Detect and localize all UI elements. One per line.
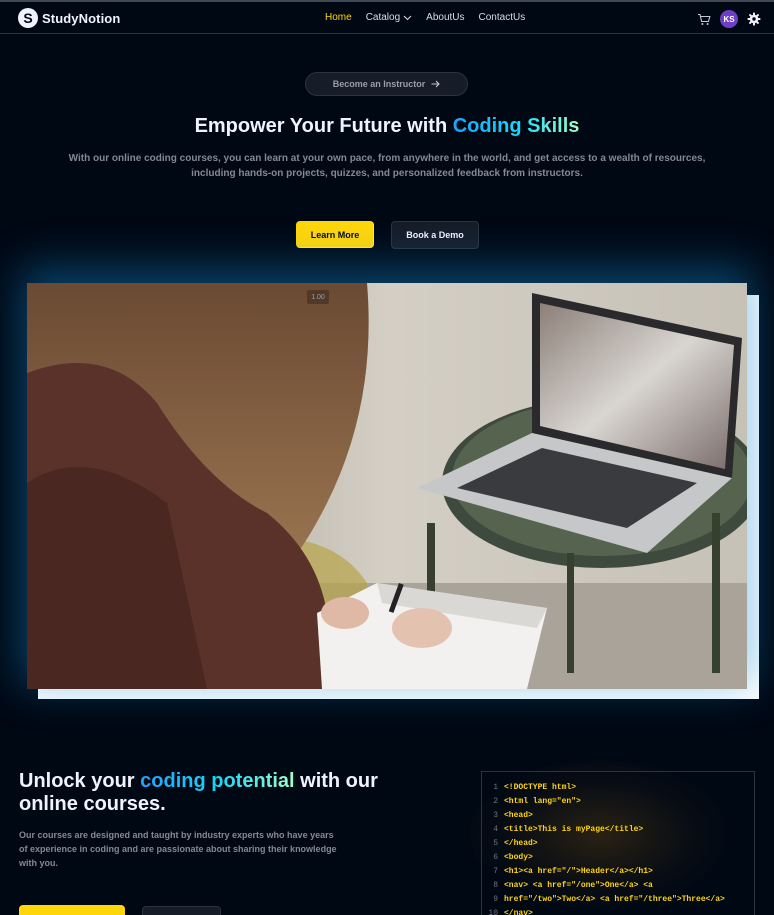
code-line-number: 3 xyxy=(493,811,498,820)
code-line-text: </head> xyxy=(504,839,538,848)
code-line-number: 7 xyxy=(493,867,498,876)
code-line-number: 10 xyxy=(488,909,498,915)
code-line: 7 <h1><a href="/">Header</a></h1> xyxy=(482,865,754,879)
code-line: 10 </nav> xyxy=(482,907,754,915)
studynotion-logo[interactable]: S StudyNotion xyxy=(18,8,120,28)
logo-text: StudyNotion xyxy=(42,10,121,26)
code-line-text: <nav> <a href="/one">One</a> <a xyxy=(504,881,653,890)
code-line-number: 4 xyxy=(493,825,498,834)
section-primary-button[interactable] xyxy=(19,905,125,915)
code-line-text: </nav> xyxy=(504,909,533,915)
code-line-number: 1 xyxy=(493,783,498,792)
arrow-right-icon xyxy=(431,80,441,88)
code-line-text: <body> xyxy=(504,853,533,862)
nav-links: Home Catalog AboutUs ContactUs xyxy=(325,12,525,23)
code-line: 2 <html lang="en"> xyxy=(482,795,754,809)
avatar[interactable]: KS xyxy=(720,10,738,28)
code-line-number: 8 xyxy=(493,881,498,890)
code-block: 1 <!DOCTYPE html> 2 <html lang="en"> 3 <head>… xyxy=(481,771,755,915)
code-line-text: <title>This is myPage</title> xyxy=(504,825,644,834)
code-line: 9 href="/two">Two</a> <a href="/three">Th… xyxy=(482,893,754,907)
hero-title-highlight: Coding Skills xyxy=(452,115,580,137)
video-frame-illustration xyxy=(27,283,747,689)
code-line: 8 <nav> <a href="/one">One</a> <a xyxy=(482,879,754,893)
top-navbar: S StudyNotion Home Catalog AboutUs Conta… xyxy=(0,0,774,34)
code-line-number: 5 xyxy=(493,839,498,848)
section-title: Unlock your coding potential with our on… xyxy=(19,770,419,816)
code-line: 3 <head> xyxy=(482,809,754,823)
hero-subtitle: With our online coding courses, you can … xyxy=(68,153,706,179)
code-line-text: <!DOCTYPE html> xyxy=(504,783,577,792)
nav-link-aboutus[interactable]: AboutUs xyxy=(426,12,464,23)
hero-title: Empower Your Future with Coding Skills xyxy=(0,115,774,138)
section-secondary-button[interactable] xyxy=(142,906,221,915)
code-line: 6 <body> xyxy=(482,851,754,865)
nav-link-home[interactable]: Home xyxy=(325,12,352,23)
code-line-text: <h1><a href="/">Header</a></h1> xyxy=(504,867,653,876)
chevron-down-icon xyxy=(403,15,412,20)
nav-link-contactus[interactable]: ContactUs xyxy=(479,12,526,23)
code-line-number: 2 xyxy=(493,797,498,806)
code-line: 4 <title>This is myPage</title> xyxy=(482,823,754,837)
nav-link-catalog-label: Catalog xyxy=(365,12,401,23)
nav-right-actions: KS xyxy=(697,10,761,28)
code-line-text: href="/two">Two</a> <a href="/three">Thr… xyxy=(504,895,725,904)
section-subtitle: Our courses are designed and taught by i… xyxy=(19,830,337,868)
nav-link-catalog[interactable]: Catalog xyxy=(366,12,412,23)
hero-title-prefix: Empower Your Future with xyxy=(194,115,453,137)
code-line-number: 6 xyxy=(493,853,498,862)
code-line-text: <html lang="en"> xyxy=(504,797,581,806)
playback-speed-badge[interactable]: 1.00 xyxy=(307,290,329,304)
logo-mark-icon: S xyxy=(18,8,38,28)
become-instructor-label: Become an Instructor xyxy=(332,79,426,89)
hero-video[interactable] xyxy=(27,283,747,689)
code-line-number: 9 xyxy=(493,895,498,904)
settings-icon[interactable] xyxy=(747,12,761,26)
code-line-text: <head> xyxy=(504,811,533,820)
code-line: 5 </head> xyxy=(482,837,754,851)
become-instructor-button[interactable]: Become an Instructor xyxy=(305,72,468,96)
cart-icon[interactable] xyxy=(697,13,711,26)
learn-more-button[interactable]: Learn More xyxy=(296,221,374,248)
book-demo-button[interactable]: Book a Demo xyxy=(391,221,479,249)
section-title-prefix: Unlock your xyxy=(19,770,141,792)
code-line: 1 <!DOCTYPE html> xyxy=(482,781,754,795)
section-title-highlight: coding potential xyxy=(140,770,295,792)
